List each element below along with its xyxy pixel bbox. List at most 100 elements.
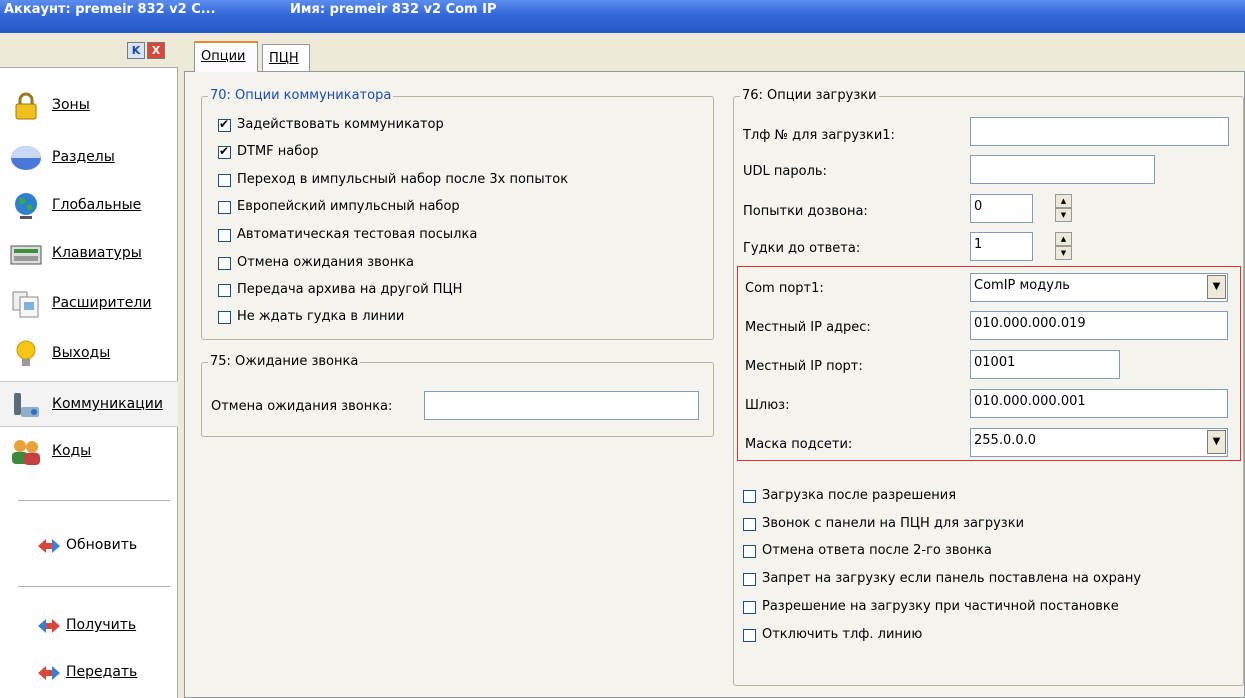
chevron-down-icon[interactable]: ▼: [1207, 275, 1226, 299]
checkbox-label: Загрузка после разрешения: [762, 488, 957, 503]
sidebar: K X Зоны Разделы Глобальные Клавиатуры Р…: [0, 33, 178, 698]
collapse-sidebar-button[interactable]: K: [127, 42, 145, 59]
udl-password-input[interactable]: [970, 155, 1155, 184]
sidebar-item-label: Коммуникации: [52, 396, 163, 412]
checkbox[interactable]: [743, 545, 756, 558]
checkbox[interactable]: [218, 144, 231, 159]
spin-down-icon[interactable]: ▼: [1055, 208, 1072, 222]
lock-icon: [15, 92, 37, 120]
tab-options[interactable]: Опции: [194, 41, 258, 72]
checkbox[interactable]: [743, 518, 756, 531]
ring-wait-label: Отмена ожидания звонка:: [211, 399, 393, 414]
checkbox[interactable]: [218, 174, 231, 187]
spin-up-icon[interactable]: ▲: [1055, 194, 1072, 208]
checkbox[interactable]: [218, 117, 231, 132]
gateway-label: Шлюз:: [745, 398, 790, 413]
ring-wait-title: 75: Ожидание звонка: [208, 354, 361, 369]
checkbox-label: Автоматическая тестовая посылка: [237, 227, 478, 242]
expander-icon: [12, 291, 39, 318]
spin-down-icon[interactable]: ▼: [1055, 246, 1072, 260]
sidebar-item-label: Клавиатуры: [52, 245, 142, 261]
title-bar: Аккаунт: premeir 832 v2 C... Имя: premei…: [0, 0, 1245, 33]
sidebar-item-label: Расширители: [52, 295, 152, 311]
checkbox-label: Отмена ответа после 2-го звонка: [762, 543, 992, 558]
checkbox-label: Отмена ожидания звонка: [237, 255, 415, 270]
sidebar-item-partitions[interactable]: Разделы: [0, 135, 178, 181]
attempts-input[interactable]: 0: [970, 194, 1033, 223]
sidebar-item-outputs[interactable]: Выходы: [0, 331, 178, 377]
sidebar-item-expanders[interactable]: Расширители: [0, 281, 178, 327]
globe-icon: [15, 193, 37, 219]
phone-input[interactable]: [970, 117, 1229, 146]
sidebar-item-keypads[interactable]: Клавиатуры: [0, 231, 178, 277]
name-title: Имя: premeir 832 v2 Com IP: [290, 2, 497, 17]
sidebar-divider: [18, 586, 170, 587]
checkbox[interactable]: [218, 201, 231, 214]
subnet-mask-select[interactable]: 255.0.0.0: [970, 428, 1228, 457]
rings-input[interactable]: 1: [970, 232, 1033, 261]
spin-up-icon[interactable]: ▲: [1055, 232, 1072, 246]
sidebar-item-communications[interactable]: Коммуникации: [0, 381, 178, 427]
local-port-input[interactable]: 01001: [970, 350, 1120, 379]
ring-wait-group: 75: Ожидание звонка Отмена ожидания звон…: [201, 354, 714, 437]
checkbox-label: Запрет на загрузку если панель поставлен…: [762, 571, 1142, 586]
checkbox[interactable]: [218, 257, 231, 270]
checkbox[interactable]: [218, 284, 231, 297]
com-port-select[interactable]: ComIP модуль: [970, 273, 1228, 302]
comm-options-group: 70: Опции коммуникатора Задействовать ко…: [201, 88, 714, 340]
sidebar-item-label: Разделы: [52, 149, 115, 165]
checkbox[interactable]: [218, 229, 231, 242]
refresh-label: Обновить: [66, 537, 138, 553]
sidebar-item-codes[interactable]: Коды: [0, 429, 178, 475]
local-port-label: Местный IP порт:: [745, 359, 863, 374]
sidebar-item-label: Коды: [52, 443, 92, 459]
bulb-icon: [16, 340, 36, 366]
checkbox-label: Переход в импульсный набор после 3х попы…: [237, 172, 569, 187]
rings-stepper[interactable]: ▲ ▼: [1055, 232, 1072, 261]
sidebar-item-label: Зоны: [52, 97, 90, 113]
checkbox-label: Европейский импульсный набор: [237, 199, 460, 214]
checkbox-label: Не ждать гудка в линии: [237, 309, 405, 324]
local-ip-input[interactable]: 010.000.000.019: [970, 311, 1228, 340]
checkbox-label: Разрешение на загрузку при частичной пос…: [762, 599, 1119, 614]
checkbox[interactable]: [743, 601, 756, 614]
phone-icon: [14, 393, 39, 417]
receive-label: Получить: [66, 617, 137, 633]
app-window: Аккаунт: premeir 832 v2 C... Имя: premei…: [0, 0, 1245, 698]
close-sidebar-button[interactable]: X: [147, 42, 165, 59]
checkbox-label: Задействовать коммуникатор: [237, 117, 444, 132]
udl-password-label: UDL пароль:: [743, 164, 827, 179]
chevron-down-icon[interactable]: ▼: [1207, 430, 1226, 454]
partition-icon: [11, 146, 41, 170]
sidebar-item-global[interactable]: Глобальные: [0, 183, 178, 229]
tab-pcn[interactable]: ПЦН: [262, 44, 310, 71]
send-label: Передать: [66, 664, 138, 680]
sidebar-item-zones[interactable]: Зоны: [0, 83, 178, 129]
rings-label: Гудки до ответа:: [743, 241, 861, 256]
sidebar-header: K X: [0, 33, 178, 68]
checkbox-label: DTMF набор: [237, 144, 319, 159]
checkbox[interactable]: [743, 573, 756, 586]
subnet-mask-label: Маска подсети:: [745, 437, 853, 452]
sidebar-item-label: Глобальные: [52, 197, 142, 213]
checkbox[interactable]: [218, 311, 231, 324]
gateway-input[interactable]: 010.000.000.001: [970, 389, 1228, 418]
account-title: Аккаунт: premeir 832 v2 C...: [4, 2, 216, 17]
sidebar-item-label: Выходы: [52, 345, 111, 361]
comm-options-title: 70: Опции коммуникатора: [208, 88, 394, 103]
checkbox-label: Отключить тлф. линию: [762, 627, 923, 642]
checkbox[interactable]: [743, 490, 756, 503]
upload-options-title: 76: Опции загрузки: [740, 88, 879, 103]
users-icon: [12, 440, 40, 465]
attempts-stepper[interactable]: ▲ ▼: [1055, 194, 1072, 223]
ring-wait-input[interactable]: [424, 391, 699, 420]
attempts-label: Попытки дозвона:: [743, 204, 868, 219]
phone-label: Тлф № для загрузки1:: [743, 128, 895, 143]
com-port-label: Com порт1:: [745, 281, 824, 296]
checkbox[interactable]: [743, 629, 756, 642]
local-ip-label: Местный IP адрес:: [745, 320, 871, 335]
keyboard-icon: [10, 245, 42, 265]
checkbox-label: Звонок с панели на ПЦН для загрузки: [762, 516, 1025, 531]
refresh-icon: [38, 539, 60, 553]
sidebar-divider: [18, 500, 170, 501]
